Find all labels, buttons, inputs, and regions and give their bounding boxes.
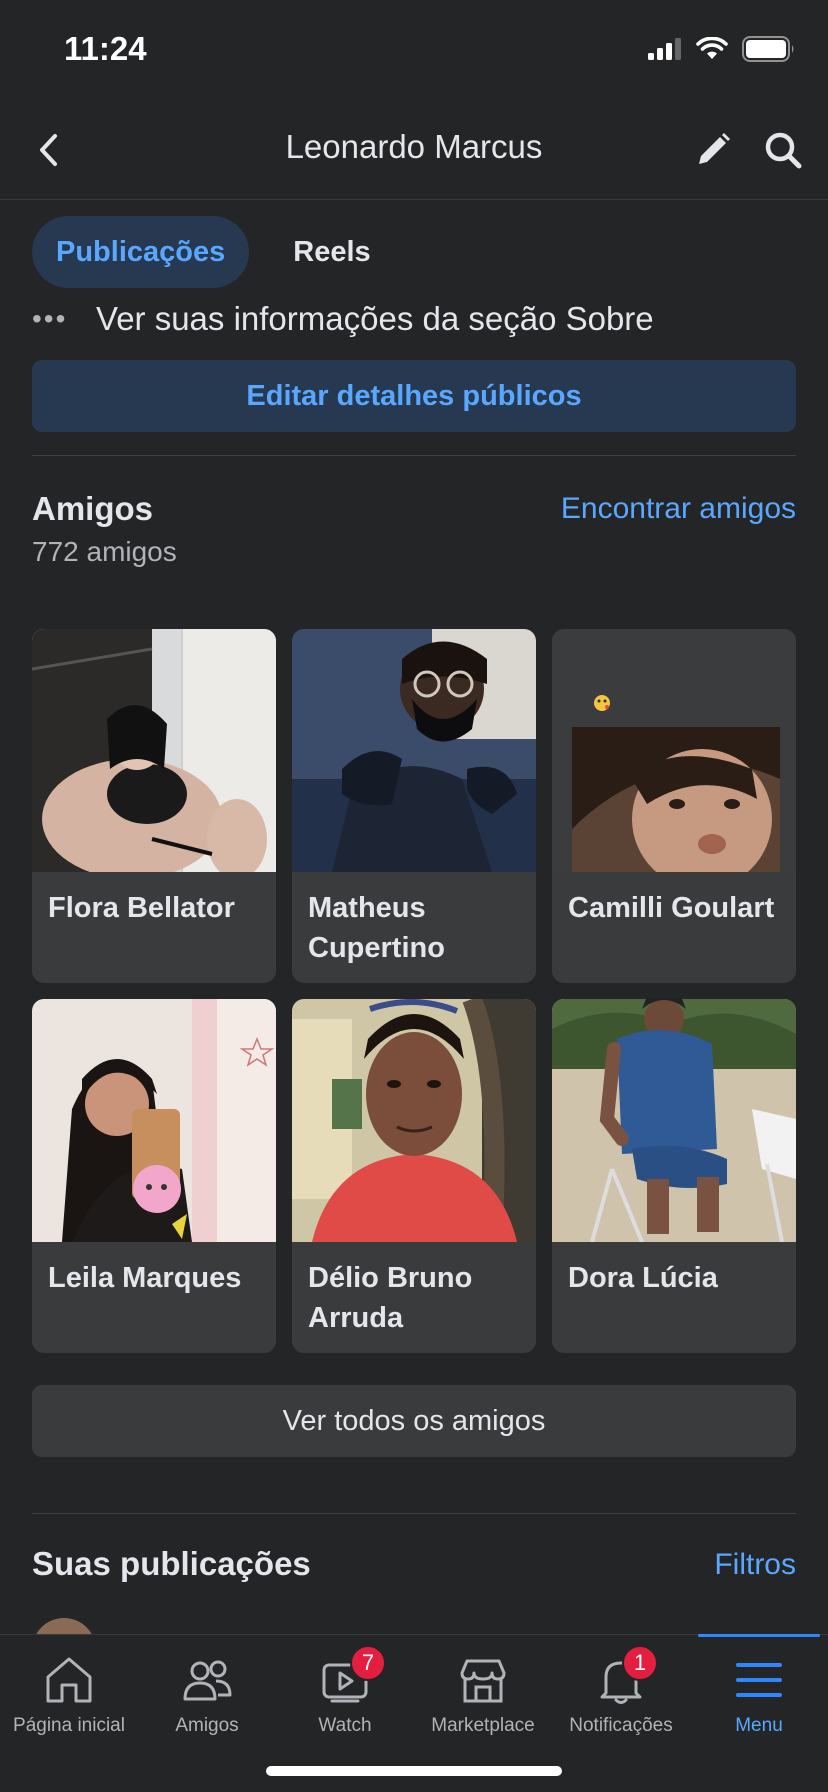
friends-icon	[183, 1660, 232, 1701]
see-all-friends-button[interactable]: Ver todos os amigos	[32, 1385, 796, 1457]
friend-name: Matheus Cupertino	[308, 892, 445, 964]
tab-label: Watch	[318, 1715, 372, 1736]
signal-icon	[648, 38, 681, 60]
more-dots-icon: •••	[32, 303, 68, 334]
posts-section-title: Suas publicações	[32, 1545, 311, 1582]
friend-photo	[32, 629, 276, 872]
friend-photo	[552, 629, 796, 872]
tab-label: Notificações	[569, 1715, 673, 1736]
tab-label: Marketplace	[431, 1715, 535, 1736]
friends-section-title: Amigos	[32, 490, 154, 527]
tab-friends[interactable]: Amigos	[138, 1635, 276, 1792]
friend-name: Camilli Goulart	[568, 892, 775, 924]
tab-publicacoes[interactable]: Publicações	[32, 216, 250, 288]
marketplace-icon	[460, 1659, 506, 1703]
status-bar: 11:24	[0, 0, 828, 100]
pencil-icon	[699, 133, 730, 164]
friends-grid: Flora Bellator Matheus Cupertino Camilli…	[32, 629, 796, 1353]
tab-notifications[interactable]: 1 Notificações	[552, 1635, 690, 1792]
search-button[interactable]	[758, 126, 808, 174]
search-icon	[765, 132, 802, 169]
tab-home[interactable]: Página inicial	[0, 1635, 138, 1792]
about-link-text: Ver suas informações da seção Sobre	[96, 300, 654, 337]
wifi-icon	[696, 37, 728, 59]
friend-name: Dora Lúcia	[568, 1262, 718, 1294]
status-icons	[648, 36, 796, 62]
notifications-badge: 1	[622, 1645, 658, 1681]
friend-card[interactable]: Flora Bellator	[32, 629, 276, 983]
divider	[32, 455, 796, 456]
friend-card[interactable]: Dora Lúcia	[552, 999, 796, 1353]
home-indicator	[266, 1766, 562, 1776]
home-icon	[46, 1657, 92, 1703]
tab-label: Amigos	[175, 1715, 239, 1736]
divider	[32, 1513, 796, 1514]
friends-count: 772 amigos	[32, 536, 177, 567]
friend-name: Délio Bruno Arruda	[308, 1262, 473, 1334]
tab-label: Página inicial	[13, 1715, 125, 1736]
friend-card[interactable]: Délio Bruno Arruda	[292, 999, 536, 1353]
watch-badge: 7	[350, 1645, 386, 1681]
friend-photo	[552, 999, 796, 1242]
friend-photo	[292, 999, 536, 1242]
filters-link[interactable]: Filtros	[714, 1548, 796, 1582]
about-link[interactable]: ••• Ver suas informações da seção Sobre	[32, 300, 654, 338]
nav-header: Leonardo Marcus	[0, 100, 828, 200]
edit-profile-button[interactable]	[688, 126, 738, 174]
menu-icon	[736, 1663, 782, 1697]
battery-icon	[742, 36, 794, 62]
find-friends-link[interactable]: Encontrar amigos	[561, 492, 796, 526]
friend-card[interactable]: Leila Marques	[32, 999, 276, 1353]
friend-card[interactable]: Camilli Goulart	[552, 629, 796, 983]
profile-tabs: Publicações Reels	[32, 216, 395, 288]
tab-reels[interactable]: Reels	[269, 216, 394, 288]
tab-menu[interactable]: Menu	[690, 1634, 828, 1792]
friend-photo	[292, 629, 536, 872]
status-time: 11:24	[64, 30, 147, 67]
friend-photo	[32, 999, 276, 1242]
edit-public-details-button[interactable]: Editar detalhes públicos	[32, 360, 796, 432]
tab-label: Menu	[735, 1715, 783, 1736]
friend-name: Flora Bellator	[48, 892, 235, 924]
friend-name: Leila Marques	[48, 1262, 242, 1294]
friend-card[interactable]: Matheus Cupertino	[292, 629, 536, 983]
